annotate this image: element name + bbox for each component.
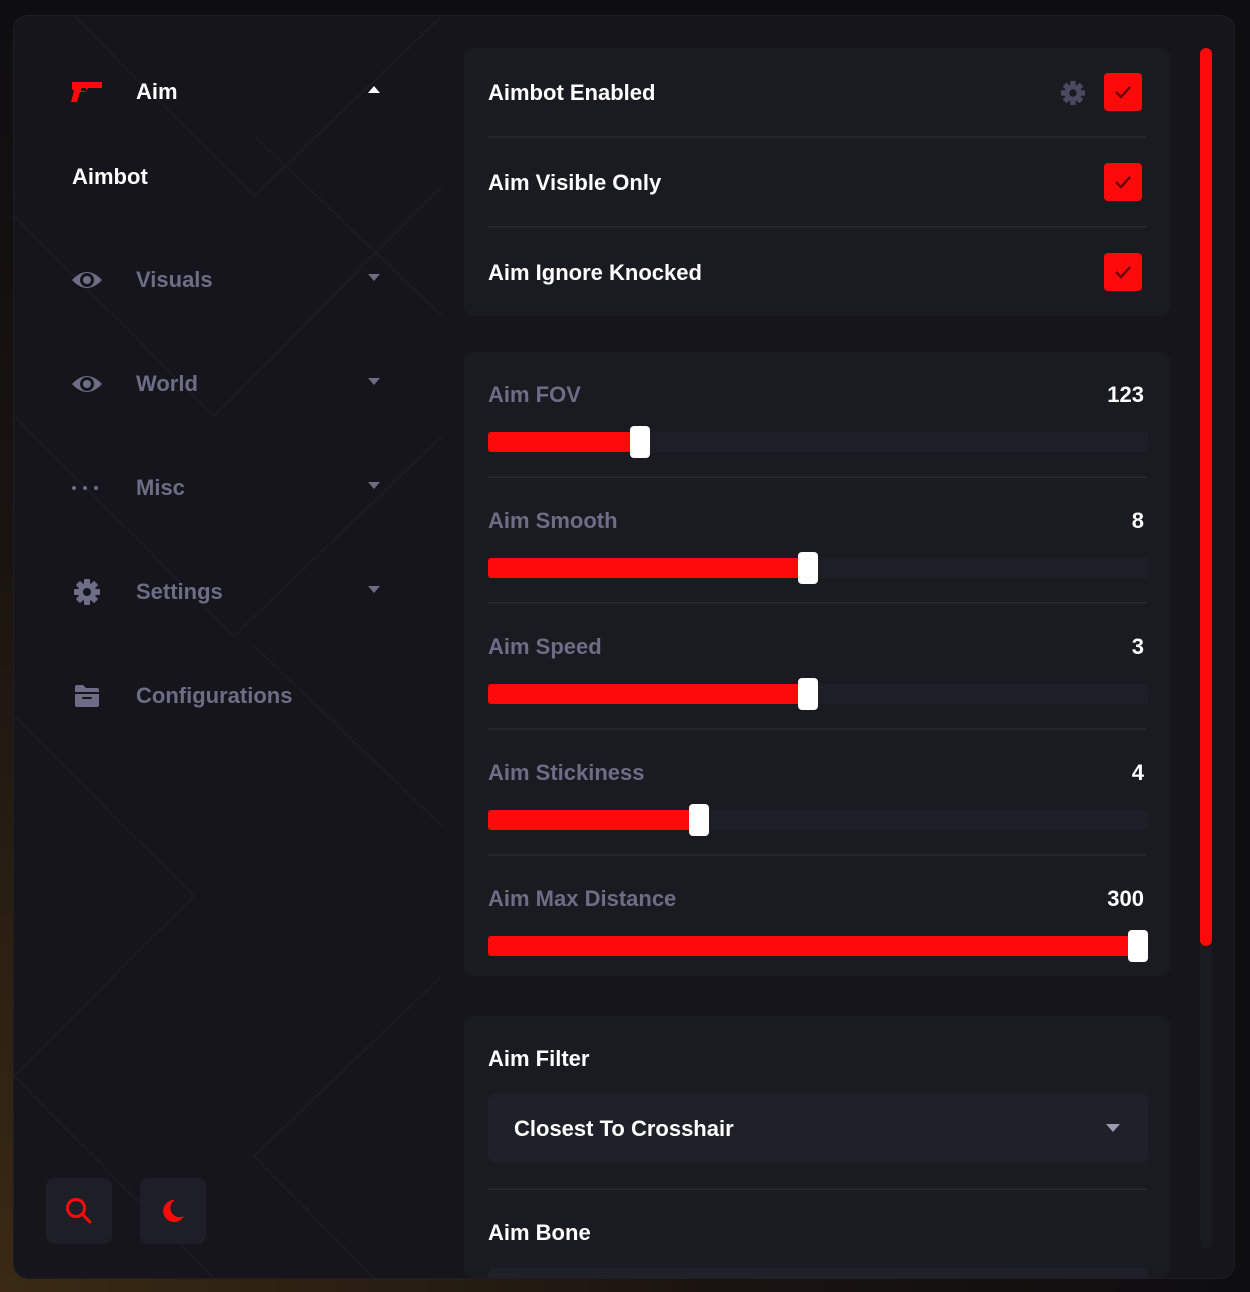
eye-icon bbox=[70, 263, 104, 297]
nav-item-configurations[interactable]: Configurations bbox=[70, 676, 380, 716]
slider-value: 123 bbox=[1107, 382, 1144, 407]
slider-track[interactable] bbox=[488, 804, 1148, 836]
ellipsis-icon bbox=[70, 471, 104, 505]
slider-fill bbox=[488, 936, 1139, 956]
toggle-label: Aimbot Enabled bbox=[488, 80, 656, 105]
slider-value: 4 bbox=[1131, 760, 1144, 785]
aim-bone-select[interactable] bbox=[488, 1268, 1148, 1278]
divider bbox=[488, 602, 1146, 604]
sliders-panel: Aim FOV 123 Aim Smooth 8 Aim Speed 3 Aim… bbox=[464, 352, 1170, 976]
slider-fill bbox=[488, 432, 640, 452]
slider-label: Aim FOV bbox=[488, 382, 581, 407]
background-pattern bbox=[14, 16, 442, 1278]
toggles-panel: Aimbot Enabled Aim Visible Only Aim Igno… bbox=[464, 48, 1170, 316]
gear-icon bbox=[70, 575, 104, 609]
sidebar: Aim Aimbot Visuals World Misc Settings C… bbox=[14, 16, 442, 1278]
slider-label: Aim Stickiness bbox=[488, 760, 645, 785]
slider-fill bbox=[488, 684, 809, 704]
slider-label: Aim Smooth bbox=[488, 508, 618, 533]
slider-thumb[interactable] bbox=[689, 804, 710, 836]
dropdowns-panel: Aim Filter Closest To Crosshair Aim Bone bbox=[464, 1016, 1170, 1278]
divider bbox=[488, 728, 1146, 730]
slider-track[interactable] bbox=[488, 552, 1148, 584]
aimbot-settings-button[interactable] bbox=[1058, 78, 1088, 108]
aim-bone-title: Aim Bone bbox=[488, 1220, 591, 1245]
divider bbox=[488, 136, 1146, 138]
nav-item-visuals[interactable]: Visuals bbox=[70, 260, 380, 300]
nav-label-misc: Misc bbox=[136, 475, 185, 500]
nav-item-misc[interactable]: Misc bbox=[70, 468, 380, 508]
slider-track[interactable] bbox=[488, 426, 1148, 458]
nav-label-configurations: Configurations bbox=[136, 683, 293, 708]
divider bbox=[488, 226, 1146, 228]
divider bbox=[488, 476, 1146, 478]
nav-subitem-aimbot[interactable]: Aimbot bbox=[72, 164, 148, 190]
aim-filter-select[interactable]: Closest To Crosshair bbox=[488, 1094, 1148, 1162]
nav-label-aim: Aim bbox=[136, 79, 178, 104]
toggle-label: Aim Visible Only bbox=[488, 170, 662, 195]
slider-label: Aim Max Distance bbox=[488, 886, 677, 911]
chevron-down-icon bbox=[368, 274, 380, 281]
scrollbar[interactable] bbox=[1200, 48, 1212, 1248]
slider-value: 3 bbox=[1131, 634, 1144, 659]
slider-thumb[interactable] bbox=[798, 678, 819, 710]
slider-fill bbox=[488, 810, 700, 830]
slider-thumb[interactable] bbox=[1128, 930, 1149, 962]
aim-filter-title: Aim Filter bbox=[488, 1046, 590, 1071]
checkmark-icon bbox=[1115, 176, 1131, 189]
nav-item-aim[interactable]: Aim bbox=[70, 72, 380, 112]
aim-filter-value: Closest To Crosshair bbox=[514, 1116, 734, 1141]
scrollbar-thumb[interactable] bbox=[1200, 48, 1212, 946]
aim-ignore-knocked-checkbox[interactable] bbox=[1104, 253, 1142, 291]
slider-track[interactable] bbox=[488, 678, 1148, 710]
chevron-up-icon bbox=[368, 86, 380, 93]
checkmark-icon bbox=[1115, 266, 1131, 279]
nav-label-visuals: Visuals bbox=[136, 267, 213, 292]
checkmark-icon bbox=[1115, 86, 1131, 99]
search-button[interactable] bbox=[46, 1178, 112, 1244]
gun-icon bbox=[70, 75, 104, 109]
slider-fill bbox=[488, 558, 809, 578]
theme-toggle-button[interactable] bbox=[140, 1178, 206, 1244]
toggle-label: Aim Ignore Knocked bbox=[488, 260, 702, 285]
moon-icon bbox=[163, 1199, 184, 1222]
slider-label: Aim Speed bbox=[488, 634, 602, 659]
chevron-down-icon bbox=[1106, 1124, 1120, 1132]
eye-icon bbox=[70, 367, 104, 401]
slider-value: 300 bbox=[1107, 886, 1144, 911]
slider-value: 8 bbox=[1131, 508, 1144, 533]
chevron-down-icon bbox=[368, 586, 380, 593]
aimbot-enabled-checkbox[interactable] bbox=[1104, 73, 1142, 111]
search-icon bbox=[66, 1198, 92, 1224]
aim-visible-only-checkbox[interactable] bbox=[1104, 163, 1142, 201]
nav-item-settings[interactable]: Settings bbox=[70, 572, 380, 612]
nav-label-world: World bbox=[136, 371, 198, 396]
app-window: Aim Aimbot Visuals World Misc Settings C… bbox=[14, 16, 1234, 1278]
slider-thumb[interactable] bbox=[798, 552, 819, 584]
gear-icon bbox=[1060, 80, 1086, 106]
divider bbox=[488, 1188, 1146, 1190]
chevron-down-icon bbox=[368, 378, 380, 385]
chevron-down-icon bbox=[368, 482, 380, 489]
slider-thumb[interactable] bbox=[629, 426, 650, 458]
nav-item-world[interactable]: World bbox=[70, 364, 380, 404]
folder-icon bbox=[70, 679, 104, 713]
divider bbox=[488, 854, 1146, 856]
slider-track[interactable] bbox=[488, 930, 1149, 962]
nav-label-settings: Settings bbox=[136, 579, 223, 604]
